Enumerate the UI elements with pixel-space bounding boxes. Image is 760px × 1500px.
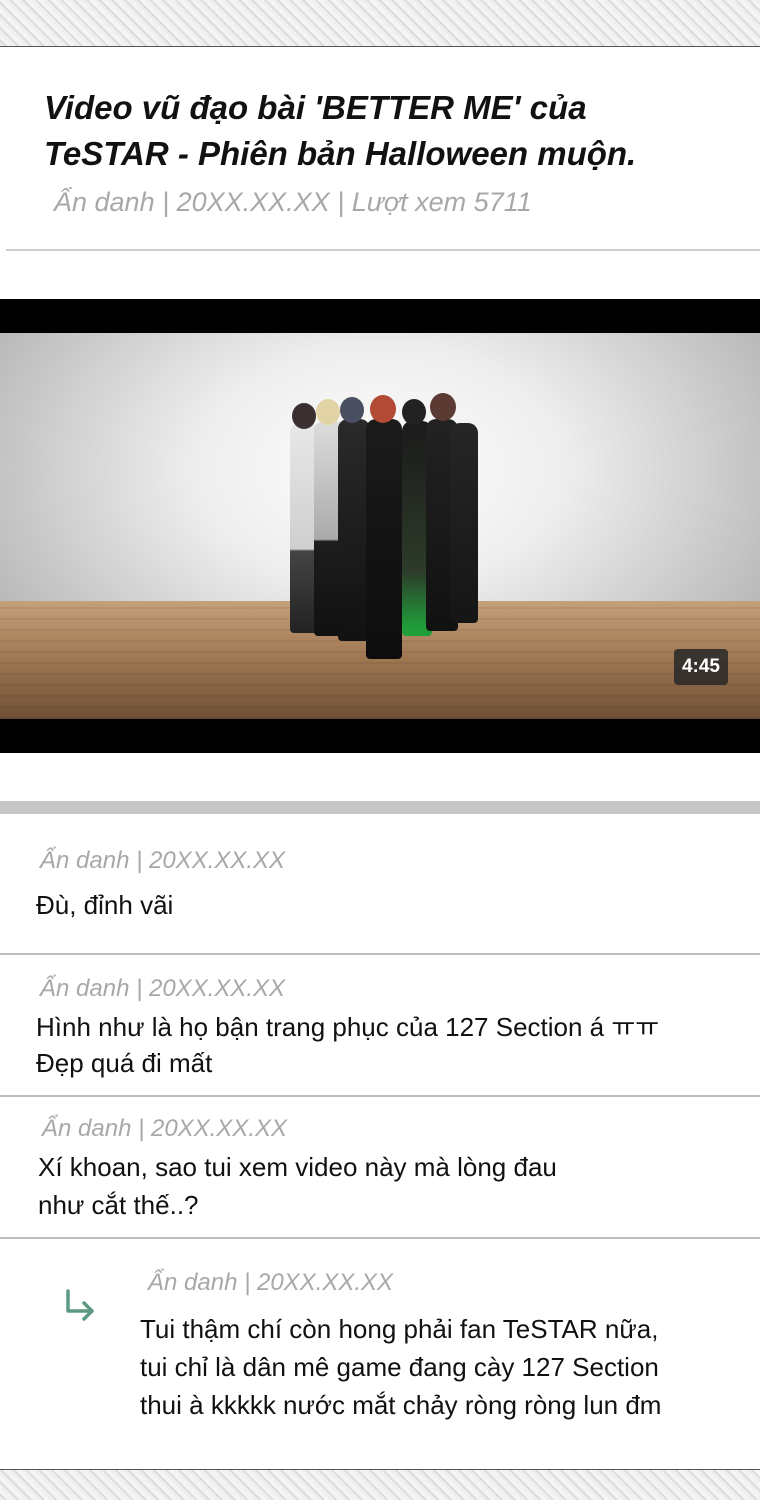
reply-text-line-3: thui à kkkkk nước mắt chảy ròng ròng lun… bbox=[140, 1390, 662, 1420]
video-player[interactable]: 4:45 bbox=[0, 299, 760, 753]
comment-text-line-2: Đẹp quá đi mất bbox=[36, 1048, 213, 1078]
comment-text-line-2: như cắt thế..? bbox=[38, 1190, 199, 1220]
comment-meta: Ẩn danh | 20XX.XX.XX bbox=[40, 975, 286, 1002]
header-divider bbox=[6, 249, 760, 251]
comment-meta: Ẩn danh | 20XX.XX.XX bbox=[40, 847, 286, 874]
comment-text: Đù, đỉnh vãi bbox=[36, 890, 174, 920]
reply-text-line-2: tui chỉ là dân mê game đang cày 127 Sect… bbox=[140, 1352, 659, 1382]
post-meta: Ẩn danh | 20XX.XX.XX | Lượt xem 5711 bbox=[54, 187, 532, 217]
comment-item: Ẩn danh | 20XX.XX.XX Xí khoan, sao tui x… bbox=[0, 1097, 760, 1237]
top-background-strip bbox=[0, 0, 760, 46]
comment-text-line-1: Xí khoan, sao tui xem video này mà lòng … bbox=[38, 1152, 557, 1182]
post-title: Video vũ đạo bài 'BETTER ME' của TeSTAR … bbox=[44, 85, 704, 177]
video-duration-badge: 4:45 bbox=[673, 649, 728, 685]
reply-meta: Ẩn danh | 20XX.XX.XX bbox=[148, 1269, 394, 1296]
comment-meta: Ẩn danh | 20XX.XX.XX bbox=[42, 1115, 288, 1142]
comment-item: Ẩn danh | 20XX.XX.XX Đù, đỉnh vãi bbox=[0, 817, 760, 953]
comment-item: Ẩn danh | 20XX.XX.XX Hình như là họ bận … bbox=[0, 955, 760, 1095]
reply-item: Ẩn danh | 20XX.XX.XX Tui thậm chí còn ho… bbox=[0, 1239, 760, 1469]
reply-text-line-1: Tui thậm chí còn hong phải fan TeSTAR nữ… bbox=[140, 1314, 659, 1344]
video-thumbnail[interactable]: 4:45 bbox=[0, 333, 760, 719]
section-divider bbox=[0, 801, 760, 814]
comment-text-line-1: Hình như là họ bận trang phục của 127 Se… bbox=[36, 1012, 660, 1042]
bottom-background-strip bbox=[0, 1470, 760, 1500]
post-title-line-1: Video vũ đạo bài 'BETTER ME' của bbox=[44, 89, 587, 126]
post-title-line-2: TeSTAR - Phiên bản Halloween muộn. bbox=[44, 135, 637, 172]
reply-arrow-icon bbox=[66, 1289, 94, 1321]
post-card: Video vũ đạo bài 'BETTER ME' của TeSTAR … bbox=[0, 46, 760, 1470]
dancers-illustration bbox=[270, 383, 500, 683]
